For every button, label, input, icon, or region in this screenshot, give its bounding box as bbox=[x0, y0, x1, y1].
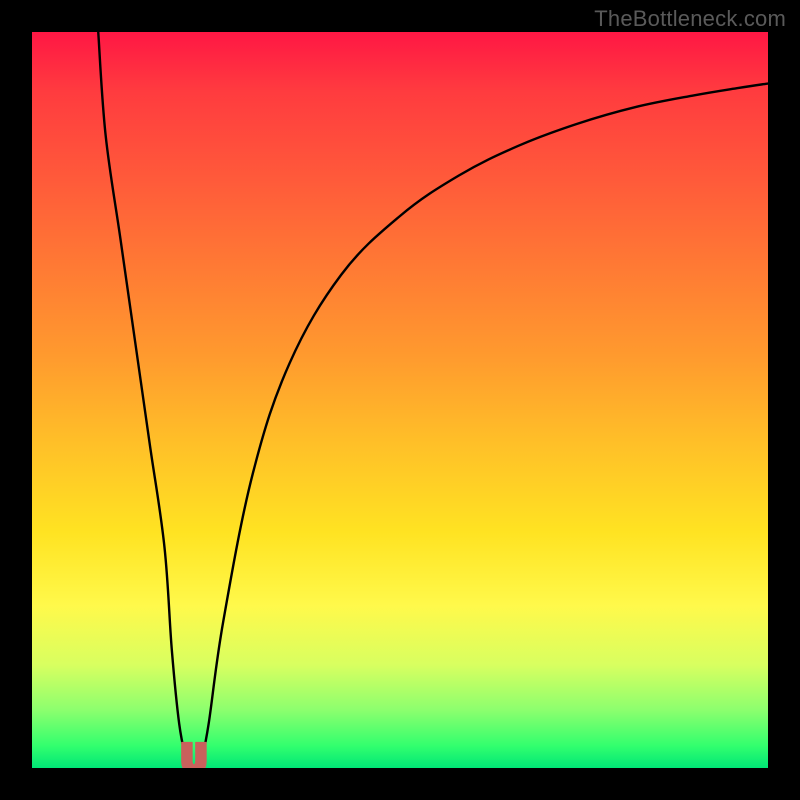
curves-svg bbox=[32, 32, 768, 768]
bottleneck-curve-left bbox=[98, 32, 186, 762]
watermark-text: TheBottleneck.com bbox=[594, 6, 786, 32]
chart-frame: TheBottleneck.com bbox=[0, 0, 800, 800]
plot-area bbox=[32, 32, 768, 768]
bottleneck-curve-right bbox=[201, 84, 768, 763]
curve-group bbox=[98, 32, 768, 768]
optimal-marker bbox=[182, 742, 207, 768]
